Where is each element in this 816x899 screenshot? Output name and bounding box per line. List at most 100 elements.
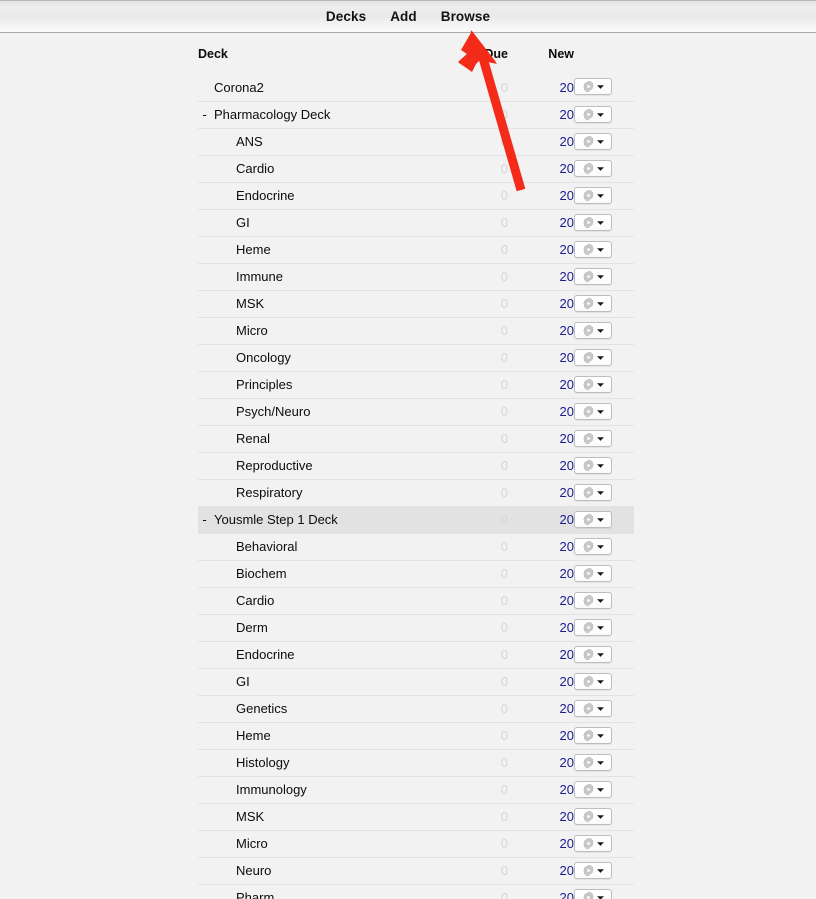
deck-row[interactable]: Cardio 0 20 <box>198 587 634 614</box>
deck-options-button[interactable] <box>574 699 612 717</box>
deck-options-button[interactable] <box>574 834 612 852</box>
deck-row[interactable]: Micro 0 20 <box>198 830 634 857</box>
deck-name-label[interactable]: Cardio <box>211 593 274 608</box>
deck-row[interactable]: Micro 0 20 <box>198 317 634 344</box>
column-header-due[interactable]: Due <box>446 34 508 74</box>
deck-options-button[interactable] <box>574 159 612 177</box>
deck-name-cell[interactable]: Cardio <box>198 587 446 614</box>
deck-options-button[interactable] <box>574 213 612 231</box>
deck-options-button[interactable] <box>574 402 612 420</box>
deck-options-cell[interactable] <box>574 506 634 533</box>
deck-name-label[interactable]: Reproductive <box>211 458 313 473</box>
nav-decks[interactable]: Decks <box>325 8 367 26</box>
deck-name-cell[interactable]: Heme <box>198 236 446 263</box>
deck-options-button[interactable] <box>574 429 612 447</box>
collapse-toggle-icon[interactable]: - <box>198 512 211 527</box>
deck-row[interactable]: MSK 0 20 <box>198 290 634 317</box>
deck-row[interactable]: Histology 0 20 <box>198 749 634 776</box>
deck-options-button[interactable] <box>574 267 612 285</box>
deck-name-label[interactable]: Heme <box>211 242 271 257</box>
deck-options-button[interactable] <box>574 456 612 474</box>
nav-add[interactable]: Add <box>389 8 418 26</box>
collapse-toggle-icon[interactable]: - <box>198 107 211 122</box>
deck-options-cell[interactable] <box>574 425 634 452</box>
deck-name-cell[interactable]: Pharm <box>198 884 446 899</box>
deck-options-button[interactable] <box>574 888 612 899</box>
deck-options-cell[interactable] <box>574 155 634 182</box>
deck-options-button[interactable] <box>574 186 612 204</box>
deck-options-button[interactable] <box>574 537 612 555</box>
deck-options-button[interactable] <box>574 861 612 879</box>
deck-name-cell[interactable]: Micro <box>198 830 446 857</box>
deck-options-cell[interactable] <box>574 290 634 317</box>
deck-options-cell[interactable] <box>574 641 634 668</box>
deck-options-cell[interactable] <box>574 398 634 425</box>
deck-row[interactable]: Heme 0 20 <box>198 236 634 263</box>
deck-options-button[interactable] <box>574 807 612 825</box>
deck-options-cell[interactable] <box>574 182 634 209</box>
deck-options-cell[interactable] <box>574 803 634 830</box>
deck-options-cell[interactable] <box>574 263 634 290</box>
deck-name-cell[interactable]: Reproductive <box>198 452 446 479</box>
deck-name-label[interactable]: Immunology <box>211 782 307 797</box>
deck-row[interactable]: - Yousmle Step 1 Deck 0 20 <box>198 506 634 533</box>
deck-options-button[interactable] <box>574 375 612 393</box>
deck-name-cell[interactable]: Psych/Neuro <box>198 398 446 425</box>
deck-options-cell[interactable] <box>574 209 634 236</box>
deck-name-label[interactable]: Yousmle Step 1 Deck <box>211 512 338 527</box>
deck-options-cell[interactable] <box>574 128 634 155</box>
deck-options-button[interactable] <box>574 105 612 123</box>
deck-name-label[interactable]: Derm <box>211 620 268 635</box>
deck-name-cell[interactable]: Renal <box>198 425 446 452</box>
deck-name-label[interactable]: Endocrine <box>211 188 295 203</box>
deck-options-button[interactable] <box>574 348 612 366</box>
deck-options-cell[interactable] <box>574 74 634 101</box>
deck-row[interactable]: Oncology 0 20 <box>198 344 634 371</box>
deck-row[interactable]: Cardio 0 20 <box>198 155 634 182</box>
deck-row[interactable]: Respiratory 0 20 <box>198 479 634 506</box>
deck-row[interactable]: Psych/Neuro 0 20 <box>198 398 634 425</box>
deck-name-cell[interactable]: - Pharmacology Deck <box>198 101 446 128</box>
deck-options-cell[interactable] <box>574 722 634 749</box>
deck-name-cell[interactable]: Neuro <box>198 857 446 884</box>
deck-options-button[interactable] <box>574 753 612 771</box>
deck-options-cell[interactable] <box>574 614 634 641</box>
deck-name-label[interactable]: Corona2 <box>211 80 264 95</box>
deck-options-cell[interactable] <box>574 776 634 803</box>
deck-name-label[interactable]: MSK <box>211 809 264 824</box>
deck-options-button[interactable] <box>574 321 612 339</box>
deck-name-cell[interactable]: Respiratory <box>198 479 446 506</box>
deck-name-cell[interactable]: Genetics <box>198 695 446 722</box>
deck-row[interactable]: Endocrine 0 20 <box>198 641 634 668</box>
deck-options-cell[interactable] <box>574 857 634 884</box>
deck-options-cell[interactable] <box>574 749 634 776</box>
deck-options-cell[interactable] <box>574 236 634 263</box>
deck-name-label[interactable]: Renal <box>211 431 270 446</box>
deck-options-cell[interactable] <box>574 371 634 398</box>
deck-row[interactable]: Immune 0 20 <box>198 263 634 290</box>
deck-name-cell[interactable]: Principles <box>198 371 446 398</box>
deck-options-button[interactable] <box>574 240 612 258</box>
deck-row[interactable]: Endocrine 0 20 <box>198 182 634 209</box>
deck-row[interactable]: GI 0 20 <box>198 209 634 236</box>
deck-name-label[interactable]: Psych/Neuro <box>211 404 310 419</box>
deck-name-label[interactable]: GI <box>211 215 250 230</box>
deck-name-cell[interactable]: Cardio <box>198 155 446 182</box>
deck-row[interactable]: Pharm 0 20 <box>198 884 634 899</box>
deck-row[interactable]: Neuro 0 20 <box>198 857 634 884</box>
column-header-deck[interactable]: Deck <box>198 34 446 74</box>
deck-name-label[interactable]: Immune <box>211 269 283 284</box>
deck-name-label[interactable]: Micro <box>211 323 268 338</box>
deck-name-label[interactable]: Cardio <box>211 161 274 176</box>
deck-options-cell[interactable] <box>574 344 634 371</box>
deck-options-cell[interactable] <box>574 560 634 587</box>
deck-options-button[interactable] <box>574 591 612 609</box>
deck-name-label[interactable]: Histology <box>211 755 289 770</box>
deck-options-cell[interactable] <box>574 830 634 857</box>
deck-row[interactable]: Reproductive 0 20 <box>198 452 634 479</box>
deck-name-cell[interactable]: Behavioral <box>198 533 446 560</box>
deck-row[interactable]: Principles 0 20 <box>198 371 634 398</box>
deck-name-cell[interactable]: MSK <box>198 290 446 317</box>
deck-name-cell[interactable]: - Yousmle Step 1 Deck <box>198 506 446 533</box>
deck-options-button[interactable] <box>574 780 612 798</box>
